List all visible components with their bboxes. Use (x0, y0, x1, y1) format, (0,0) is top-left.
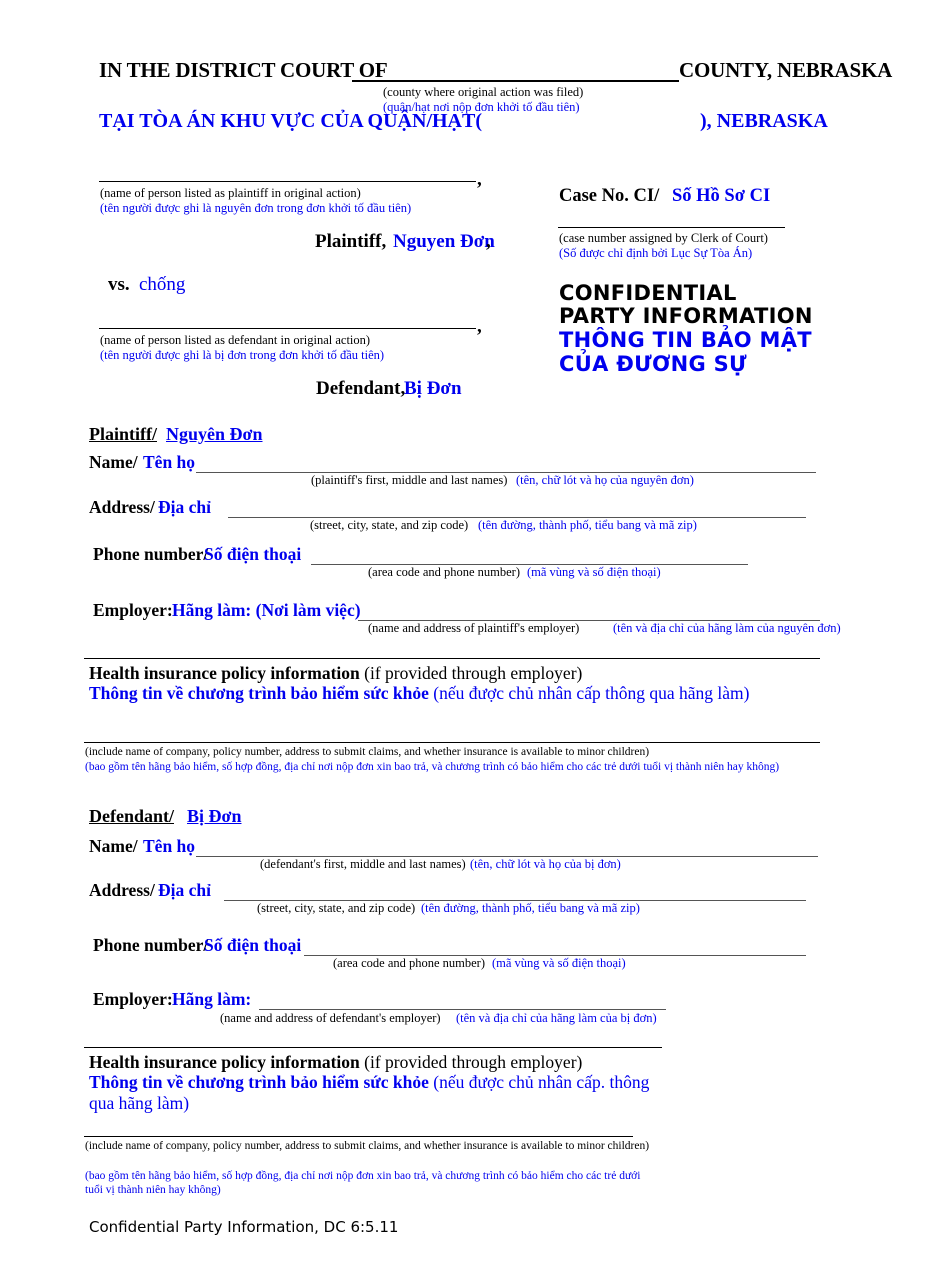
defendant-role-vietnamese: Bị Đơn (404, 378, 462, 399)
defendant-address-caption-vietnamese: (tên đường, thành phố, tiểu bang và mã z… (421, 901, 640, 915)
versus-vietnamese: chống (139, 274, 186, 295)
case-number-label-vietnamese: Số Hồ Sơ CI (672, 186, 771, 206)
defendant-health-heading-english-rest: (if provided through employer) (359, 1052, 583, 1072)
form-title-vietnamese-line2: CỦA ĐƯƠNG SỰ (559, 352, 747, 376)
plaintiff-health-heading-vietnamese: Thông tin về chương trình bảo hiểm sức k… (89, 683, 749, 704)
court-heading-vietnamese-suffix: ), NEBRASKA (700, 110, 828, 132)
plaintiff-health-heading-vietnamese-rest: (nếu được chủ nhân cấp thông qua hãng là… (428, 683, 750, 703)
defendant-employer-caption-vietnamese: (tên và địa chỉ của hãng làm của bị đơn) (456, 1011, 657, 1025)
plaintiff-address-label-english: Address/ (89, 497, 155, 517)
plaintiff-role-vietnamese: Nguyen Đơn (393, 231, 495, 252)
plaintiff-section-heading-english: Plaintiff/ (89, 424, 157, 444)
defendant-address-caption-english: (street, city, state, and zip code) (257, 901, 416, 915)
plaintiff-role-comma: , (486, 231, 491, 252)
plaintiff-phone-label-english: Phone number/ (93, 544, 209, 564)
county-caption-english: (county where original action was filed) (383, 85, 584, 99)
defendant-health-heading-english: Health insurance policy information (if … (89, 1052, 582, 1073)
form-footer-identifier: Confidential Party Information, DC 6:5.1… (89, 1218, 399, 1236)
defendant-caption-english: (name of person listed as defendant in o… (100, 333, 371, 347)
plaintiff-health-heading-english-bold: Health insurance policy information (89, 663, 360, 683)
plaintiff-phone-label-vietnamese: Số điện thoại (204, 544, 302, 564)
plaintiff-role-english: Plaintiff, (315, 231, 387, 252)
plaintiff-address-caption-english: (street, city, state, and zip code) (310, 518, 469, 532)
plaintiff-name-label-vietnamese: Tên họ (143, 452, 196, 472)
defendant-phone-caption-english: (area code and phone number) (333, 956, 486, 970)
court-heading-english-suffix: COUNTY, NEBRASKA (679, 58, 893, 82)
court-heading-english-prefix: IN THE DISTRICT COURT OF (99, 58, 388, 82)
defendant-name-label-english: Name/ (89, 836, 138, 856)
county-fill-in-line[interactable] (352, 80, 679, 82)
defendant-health-heading-english-bold: Health insurance policy information (89, 1052, 360, 1072)
plaintiff-health-heading-english-rest: (if provided through employer) (359, 663, 583, 683)
plaintiff-employer-label-vietnamese: Hãng làm: (Nơi làm việc) (172, 600, 361, 620)
defendant-address-label-english: Address/ (89, 880, 155, 900)
plaintiff-phone-caption-vietnamese: (mã vùng và số điện thoại) (527, 565, 661, 579)
defendant-health-caption-vietnamese: (bao gồm tên hãng bảo hiểm, số hợp đồng,… (85, 1170, 641, 1196)
plaintiff-name-caption-english: (plaintiff's first, middle and last name… (311, 473, 508, 487)
defendant-section-heading-vietnamese: Bị Đơn (187, 806, 242, 826)
plaintiff-name-caption-line[interactable] (99, 181, 476, 182)
plaintiff-employer-caption-english: (name and address of plaintiff's employe… (368, 621, 580, 635)
defendant-address-label-vietnamese: Địa chỉ (158, 880, 211, 900)
defendant-health-caption-english: (include name of company, policy number,… (85, 1140, 650, 1152)
case-number-caption-english: (case number assigned by Clerk of Court) (559, 231, 768, 245)
plaintiff-health-caption-vietnamese: (bao gồm tên hãng bảo hiểm, số hợp đồng,… (85, 761, 780, 773)
defendant-employer-caption-english: (name and address of defendant's employe… (220, 1011, 441, 1025)
plaintiff-employer-label-english: Employer: (93, 600, 173, 620)
plaintiff-name-label-english: Name/ (89, 452, 138, 472)
defendant-health-input-line[interactable] (84, 1136, 633, 1137)
versus-english: vs. (108, 274, 130, 295)
defendant-name-caption-vietnamese: (tên, chữ lót và họ của bị đơn) (470, 857, 621, 871)
defendant-health-top-rule (84, 1047, 662, 1048)
defendant-name-caption-english: (defendant's first, middle and last name… (260, 857, 466, 871)
defendant-caption-vietnamese: (tên người được ghi là bị đơn trong đơn … (100, 348, 385, 362)
court-form-page: IN THE DISTRICT COURT OF COUNTY, NEBRASK… (0, 0, 950, 1268)
case-number-caption-vietnamese: (Số được chỉ định bởi Lục Sự Tòa Án) (559, 246, 753, 260)
plaintiff-health-input-line[interactable] (84, 742, 820, 743)
defendant-section-heading-english: Defendant/ (89, 806, 174, 826)
case-number-fill-in-line[interactable] (558, 227, 785, 228)
form-title-english-line1: CONFIDENTIAL (559, 281, 737, 305)
defendant-employer-label-vietnamese: Hãng làm: (172, 989, 252, 1009)
plaintiff-caption-comma: , (477, 169, 482, 190)
plaintiff-employer-caption-vietnamese: (tên và địa chỉ của hãng làm của nguyên … (613, 621, 841, 635)
plaintiff-health-caption-english: (include name of company, policy number,… (85, 746, 650, 758)
form-title-english-line2: PARTY INFORMATION (559, 304, 813, 328)
defendant-name-label-vietnamese: Tên họ (143, 836, 196, 856)
form-title-vietnamese-line1: THÔNG TIN BẢO MẬT (559, 328, 812, 352)
plaintiff-health-top-rule (84, 658, 820, 659)
plaintiff-address-caption-vietnamese: (tên đường, thành phố, tiểu bang và mã z… (478, 518, 697, 532)
plaintiff-phone-caption-english: (area code and phone number) (368, 565, 521, 579)
plaintiff-caption-english: (name of person listed as plaintiff in o… (100, 186, 361, 200)
defendant-employer-input-line[interactable] (259, 1009, 666, 1010)
case-number-label-english: Case No. CI/ (559, 186, 660, 206)
plaintiff-section-heading-vietnamese: Nguyên Đơn (166, 424, 263, 444)
plaintiff-name-caption-vietnamese: (tên, chữ lót và họ của nguyên đơn) (516, 473, 694, 487)
defendant-phone-label-vietnamese: Số điện thoại (204, 935, 302, 955)
defendant-health-heading-vietnamese-bold: Thông tin về chương trình bảo hiểm sức k… (89, 1072, 429, 1092)
defendant-role-english: Defendant, (316, 378, 406, 399)
defendant-employer-label-english: Employer: (93, 989, 173, 1009)
plaintiff-health-heading-vietnamese-bold: Thông tin về chương trình bảo hiểm sức k… (89, 683, 429, 703)
court-heading-vietnamese-prefix: TẠI TÒA ÁN KHU VỰC CỦA QUẬN/HẠT( (99, 110, 482, 132)
plaintiff-address-label-vietnamese: Địa chỉ (158, 497, 211, 517)
defendant-phone-caption-vietnamese: (mã vùng và số điện thoại) (492, 956, 626, 970)
defendant-phone-label-english: Phone number/ (93, 935, 209, 955)
plaintiff-caption-vietnamese: (tên người được ghi là nguyên đơn trong … (100, 201, 412, 215)
defendant-health-heading-vietnamese: Thông tin về chương trình bảo hiểm sức k… (89, 1072, 659, 1114)
plaintiff-health-heading-english: Health insurance policy information (if … (89, 663, 582, 684)
defendant-name-caption-line[interactable] (99, 328, 476, 329)
defendant-caption-comma: , (477, 316, 482, 337)
